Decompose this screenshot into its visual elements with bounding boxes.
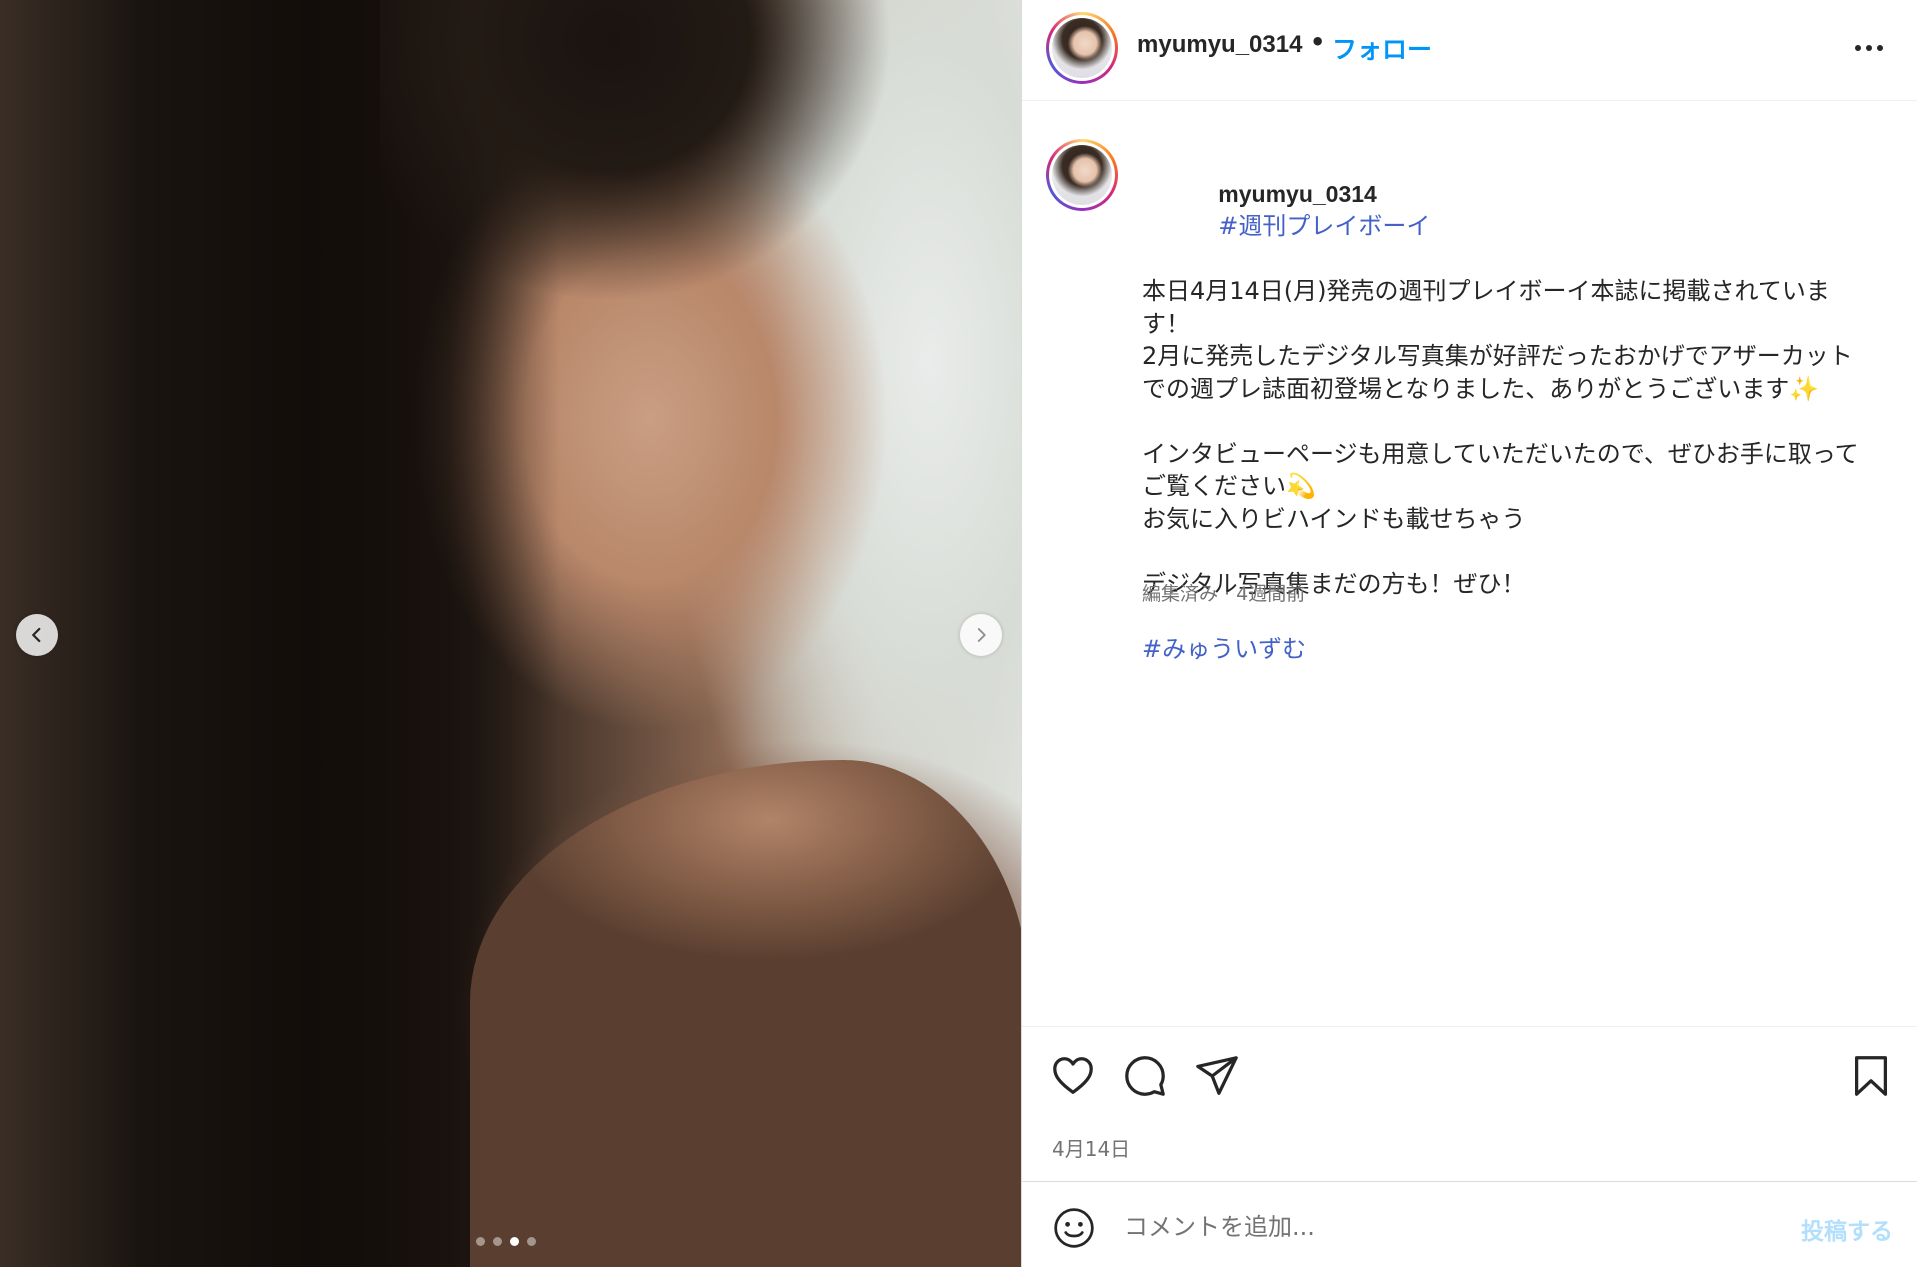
- bookmark-icon: [1854, 1056, 1888, 1096]
- share-button[interactable]: [1194, 1053, 1240, 1099]
- post-photo: [0, 0, 1021, 1267]
- carousel-indicator: [476, 1237, 536, 1246]
- caption-meta: 編集済み · 4週間前: [1142, 583, 1306, 605]
- caption-line: 本日4月14日(月)発売の週刊プレイボーイ本誌に掲載されていま: [1142, 277, 1830, 305]
- hashtag-link[interactable]: #週刊プレイボーイ: [1218, 212, 1430, 240]
- avatar[interactable]: [1046, 12, 1118, 84]
- post-date[interactable]: 4月14日: [1052, 1133, 1130, 1162]
- post-comment-button[interactable]: 投稿する: [1801, 1212, 1893, 1246]
- comment-composer: 投稿する: [1022, 1181, 1917, 1267]
- header-username[interactable]: myumyu_0314: [1137, 31, 1302, 59]
- comment-button[interactable]: [1122, 1053, 1168, 1099]
- caption-username[interactable]: myumyu_0314: [1218, 181, 1377, 207]
- more-options-button[interactable]: [1849, 28, 1889, 68]
- heart-icon: [1053, 1057, 1093, 1094]
- media-carousel[interactable]: [0, 0, 1021, 1267]
- caption-line: 2月に発売したデジタル写真集が好評だったおかげでアザーカット: [1142, 342, 1853, 370]
- follow-button[interactable]: フォロー: [1332, 30, 1432, 66]
- carousel-next-button[interactable]: [960, 614, 1002, 656]
- avatar-image: [1052, 18, 1112, 78]
- like-button[interactable]: [1050, 1053, 1096, 1099]
- caption-line: での週プレ誌面初登場となりました、ありがとうございます✨: [1142, 374, 1820, 403]
- caption-avatar[interactable]: [1046, 139, 1118, 211]
- caption-line: お気に入りビハインドも載せちゃう: [1142, 504, 1526, 533]
- action-bar: 4月14日: [1022, 1026, 1917, 1182]
- caption-line: [1142, 405, 1902, 438]
- save-button[interactable]: [1848, 1053, 1894, 1099]
- emoji-picker-button[interactable]: [1052, 1206, 1096, 1250]
- carousel-dot-active: [510, 1237, 519, 1246]
- smiley-icon: [1054, 1208, 1094, 1248]
- chevron-left-icon: [32, 627, 41, 643]
- hashtag-link[interactable]: #みゅういずむ: [1142, 633, 1902, 666]
- post-header: myumyu_0314 • フォロー: [1022, 0, 1917, 101]
- carousel-dot: [476, 1237, 485, 1246]
- post-caption: myumyu_0314 #週刊プレイボーイ 本日4月14日(月)発売の週刊プレイ…: [1022, 101, 1917, 1026]
- comment-input[interactable]: [1122, 1204, 1746, 1250]
- paper-plane-icon: [1196, 1056, 1238, 1095]
- header-separator: •: [1310, 28, 1326, 56]
- caption-line: [1142, 535, 1902, 568]
- comment-bubble-icon: [1125, 1056, 1165, 1096]
- post-info-panel: myumyu_0314 • フォロー myumyu_0314 #週刊プレイボーイ…: [1021, 0, 1917, 1267]
- carousel-prev-button[interactable]: [16, 614, 58, 656]
- caption-line: ご覧ください💫: [1142, 472, 1316, 500]
- avatar-image: [1052, 145, 1112, 205]
- post-modal: myumyu_0314 • フォロー myumyu_0314 #週刊プレイボーイ…: [0, 0, 1917, 1267]
- caption-line: す！: [1142, 309, 1190, 338]
- chevron-right-icon: [977, 628, 986, 642]
- carousel-dot: [493, 1237, 502, 1246]
- more-horizontal-icon: [1855, 45, 1861, 51]
- carousel-dot: [527, 1237, 536, 1246]
- caption-line: インタビューページも用意していただいたので、ぜひお手に取って: [1142, 439, 1859, 468]
